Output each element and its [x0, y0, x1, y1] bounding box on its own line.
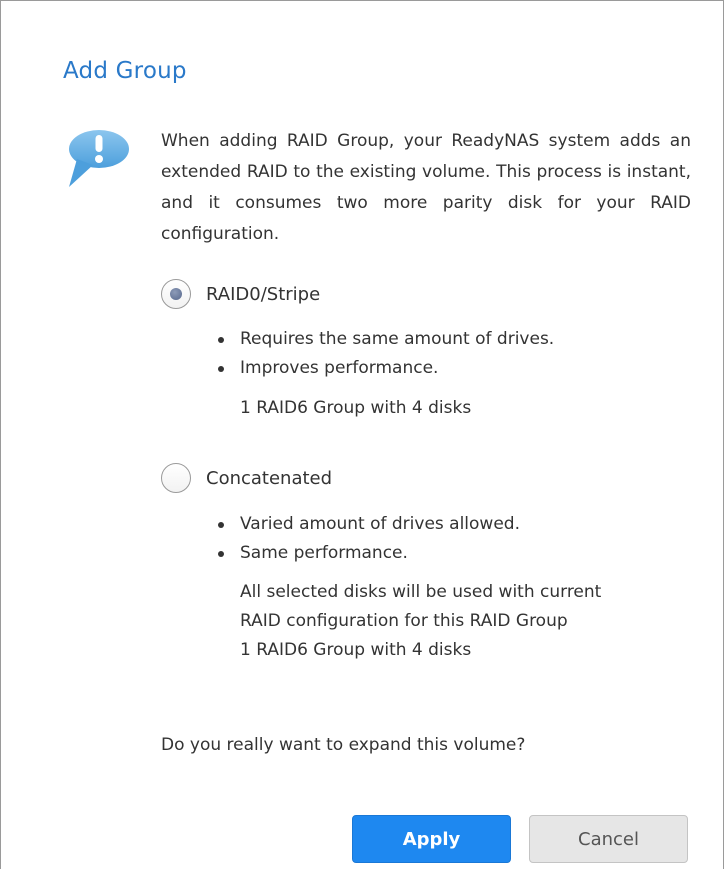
list-item: Improves performance. [217, 354, 554, 383]
add-group-dialog: Add Group When adding RAID Group, your R… [0, 0, 724, 869]
note-line: All selected disks will be used with cur… [240, 582, 602, 602]
radio-option-raid0-stripe[interactable]: RAID0/Stripe [161, 279, 320, 309]
dialog-message: When adding RAID Group, your ReadyNAS sy… [161, 131, 691, 244]
confirm-question: Do you really want to expand this volume… [161, 735, 526, 755]
note-line: 1 RAID6 Group with 4 disks [240, 640, 472, 660]
list-item: Requires the same amount of drives. [217, 325, 554, 354]
info-bubble-icon [69, 130, 129, 187]
note-line: 1 RAID6 Group with 4 disks [240, 398, 472, 418]
radio-option-concatenated[interactable]: Concatenated [161, 463, 332, 493]
apply-button[interactable]: Apply [352, 815, 511, 863]
radio-selected-dot [170, 288, 182, 300]
option-label-concatenated: Concatenated [206, 467, 333, 489]
dialog-title: Add Group [63, 58, 187, 84]
concatenated-group-note: All selected disks will be used with cur… [240, 578, 601, 665]
radio-button-unselected[interactable] [161, 463, 191, 493]
list-item: Varied amount of drives allowed. [217, 510, 520, 539]
list-item: Same performance. [217, 539, 520, 568]
cancel-button[interactable]: Cancel [529, 815, 688, 863]
option-label-raid0: RAID0/Stripe [206, 283, 321, 305]
raid0-group-note: 1 RAID6 Group with 4 disks [240, 394, 471, 423]
radio-button-selected[interactable] [161, 279, 191, 309]
note-line: RAID configuration for this RAID Group [240, 611, 568, 631]
concatenated-feature-list: Varied amount of drives allowed. Same pe… [217, 510, 520, 568]
raid0-feature-list: Requires the same amount of drives. Impr… [217, 325, 554, 383]
